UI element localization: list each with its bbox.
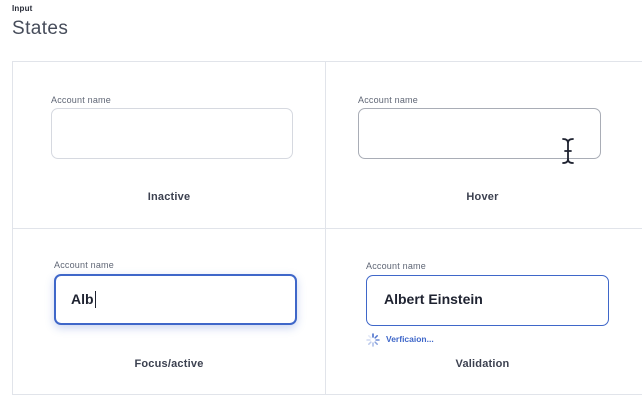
state-cell-inactive: Account name Inactive (13, 62, 325, 228)
state-caption: Validation (455, 358, 510, 370)
field-label: Account name (366, 261, 426, 271)
state-cell-validation: Account name Albert Einstein Verficaion.… (326, 229, 642, 395)
field-label: Account name (358, 95, 418, 105)
state-cell-focus: Account name Alb Focus/active (13, 229, 325, 395)
verification-status: Verficaion... (386, 334, 434, 344)
states-grid: Account name Inactive Account name Hover… (12, 61, 642, 395)
section-eyebrow: Input (12, 4, 33, 13)
account-name-input-inactive[interactable] (51, 108, 293, 159)
field-label: Account name (54, 260, 114, 270)
account-name-input-focus[interactable]: Alb (54, 274, 297, 325)
field-label: Account name (51, 95, 111, 105)
spinner-icon (366, 333, 380, 347)
text-caret (94, 291, 96, 308)
input-value-text: Alb (71, 291, 94, 307)
text-cursor-icon (562, 138, 574, 164)
account-name-input-validation[interactable]: Albert Einstein (366, 275, 609, 326)
page: Input States Account name Inactive Accou… (0, 0, 642, 413)
input-value: Alb (71, 291, 96, 308)
state-cell-hover: Account name Hover (326, 62, 642, 228)
page-title: States (12, 18, 69, 39)
state-caption: Focus/active (134, 358, 204, 370)
input-value: Albert Einstein (384, 291, 483, 307)
state-caption: Inactive (147, 191, 191, 203)
state-caption: Hover (466, 191, 499, 203)
